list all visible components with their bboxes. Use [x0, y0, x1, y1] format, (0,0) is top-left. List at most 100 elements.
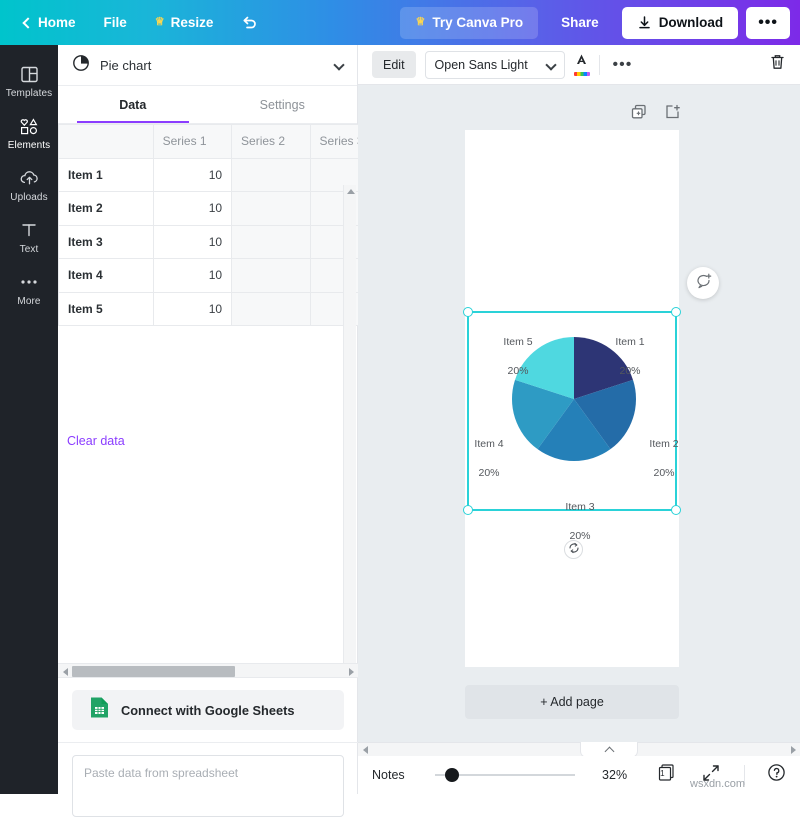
add-page-label: + Add page — [540, 695, 604, 709]
cell-series-2[interactable] — [231, 224, 311, 259]
text-color-A-icon — [574, 53, 589, 71]
pie-label-percent: 20% — [507, 364, 529, 377]
triangle-right-icon[interactable] — [786, 743, 800, 757]
duplicate-page-icon[interactable] — [630, 103, 648, 126]
zoom-slider-knob[interactable] — [444, 768, 459, 782]
zoom-slider[interactable] — [434, 768, 575, 782]
try-canva-pro-button[interactable]: ♕ Try Canva Pro — [400, 6, 539, 39]
page-tools-group — [630, 103, 682, 126]
column-header-series-1[interactable]: Series 1 — [152, 124, 233, 159]
top-bar-right-group: ♕ Try Canva Pro Share Download ••• — [400, 6, 800, 39]
data-table-wrapper: Series 1 Series 2 Series 3 Item 1 10 Ite… — [58, 124, 390, 598]
resize-handle-top-right[interactable] — [671, 307, 681, 317]
panel-header[interactable]: Pie chart — [58, 45, 357, 86]
font-family-select[interactable]: Open Sans Light — [424, 50, 565, 79]
tab-settings[interactable]: Settings — [208, 86, 358, 123]
corner-header-cell[interactable] — [58, 124, 154, 159]
resize-handle-bottom-right[interactable] — [671, 505, 681, 515]
sidebar-item-templates[interactable]: Templates — [0, 55, 58, 107]
table-row: Item 1 10 — [58, 157, 390, 192]
panel-title: Pie chart — [100, 57, 152, 73]
notes-button[interactable]: Notes — [372, 768, 405, 782]
text-color-button[interactable] — [573, 53, 590, 76]
add-comment-button[interactable] — [687, 267, 719, 299]
upload-cloud-icon — [19, 168, 40, 188]
home-button[interactable]: Home — [0, 9, 90, 36]
cell-series-2[interactable] — [231, 157, 311, 192]
undo-button[interactable] — [227, 8, 272, 37]
paste-data-section — [58, 745, 358, 832]
design-page[interactable]: Item 1 20% Item 2 20% Item 3 20% Item 4 … — [463, 130, 681, 667]
top-bar-more-button[interactable]: ••• — [746, 6, 790, 39]
connect-google-sheets-button[interactable]: Connect with Google Sheets — [72, 690, 344, 730]
pie-label-item-2: Item 2 20% — [643, 423, 685, 480]
scroll-left-arrow-icon[interactable] — [58, 664, 72, 679]
add-to-folder-icon[interactable] — [664, 103, 682, 126]
pie-label-name: Item 2 — [649, 438, 679, 451]
panel-vertical-scrollbar[interactable] — [343, 185, 356, 675]
cell-series-1[interactable]: 10 — [152, 191, 233, 226]
cell-series-2[interactable] — [231, 258, 311, 293]
resize-handle-bottom-left[interactable] — [463, 505, 473, 515]
cell-series-1[interactable]: 10 — [152, 291, 233, 326]
cell-series-2[interactable] — [231, 291, 311, 326]
tab-label: Settings — [259, 97, 305, 112]
triangle-left-icon[interactable] — [358, 743, 372, 757]
rotate-handle[interactable] — [564, 540, 583, 559]
cell-series-1[interactable]: 10 — [152, 258, 233, 293]
elements-shapes-icon — [19, 116, 39, 136]
toolbar-more-button[interactable]: ••• — [609, 56, 637, 74]
tab-label: Data — [119, 97, 147, 112]
paste-data-input[interactable] — [72, 755, 344, 817]
left-rail: Templates Elements Uploads Text More — [0, 45, 58, 794]
data-table: Series 1 Series 2 Series 3 Item 1 10 Ite… — [58, 124, 390, 326]
chevron-up-icon — [604, 746, 614, 756]
add-page-button[interactable]: + Add page — [465, 685, 679, 719]
scroll-up-arrow-icon[interactable] — [344, 185, 357, 198]
scroll-right-arrow-icon[interactable] — [344, 664, 358, 679]
resize-button[interactable]: ♕ Resize — [141, 9, 228, 36]
edit-chart-button[interactable]: Edit — [372, 51, 416, 78]
sidebar-item-label: Elements — [7, 140, 51, 151]
try-pro-label: Try Canva Pro — [432, 15, 524, 30]
row-label-cell[interactable]: Item 2 — [58, 191, 154, 226]
pie-label-item-4: Item 4 20% — [468, 423, 510, 480]
canvas-horizontal-scrollbar[interactable] — [358, 742, 800, 758]
chevron-down-icon — [544, 56, 557, 74]
horizontal-scroll-thumb[interactable] — [72, 666, 235, 677]
page-manager-button[interactable]: 1 — [657, 763, 676, 787]
help-question-icon — [767, 764, 786, 786]
pie-label-item-3: Item 3 20% — [557, 486, 603, 543]
cell-series-1[interactable]: 10 — [152, 157, 233, 192]
cell-series-1[interactable]: 10 — [152, 224, 233, 259]
watermark: wsxdn.com — [690, 778, 746, 790]
sidebar-item-more[interactable]: More — [0, 263, 58, 315]
file-menu-button[interactable]: File — [90, 9, 141, 36]
row-label-cell[interactable]: Item 3 — [58, 224, 154, 259]
download-arrow-icon — [638, 16, 650, 29]
panel-horizontal-scrollbar[interactable] — [58, 663, 358, 678]
tab-data[interactable]: Data — [58, 86, 208, 123]
resize-handle-top-left[interactable] — [463, 307, 473, 317]
sidebar-item-uploads[interactable]: Uploads — [0, 159, 58, 211]
templates-grid-icon — [20, 64, 39, 84]
row-label-cell[interactable]: Item 4 — [58, 258, 154, 293]
pie-label-percent: 20% — [478, 466, 500, 479]
pie-label-name: Item 3 — [565, 501, 595, 514]
share-button[interactable]: Share — [546, 7, 614, 39]
help-button[interactable] — [767, 763, 786, 787]
column-header-series-2[interactable]: Series 2 — [231, 124, 311, 159]
row-label-cell[interactable]: Item 5 — [58, 291, 154, 326]
sidebar-item-elements[interactable]: Elements — [0, 107, 58, 159]
download-button[interactable]: Download — [621, 6, 739, 39]
clear-data-button[interactable]: Clear data — [67, 434, 125, 448]
resize-label: Resize — [170, 15, 214, 30]
delete-button[interactable] — [769, 53, 786, 76]
chevron-down-icon[interactable] — [333, 56, 345, 74]
cell-series-2[interactable] — [231, 191, 311, 226]
row-label-cell[interactable]: Item 1 — [58, 157, 154, 192]
chart-selection-box[interactable]: Item 1 20% Item 2 20% Item 3 20% Item 4 … — [463, 307, 681, 542]
more-dots-icon — [19, 272, 39, 292]
download-label: Download — [658, 15, 724, 30]
sidebar-item-text[interactable]: Text — [0, 211, 58, 263]
